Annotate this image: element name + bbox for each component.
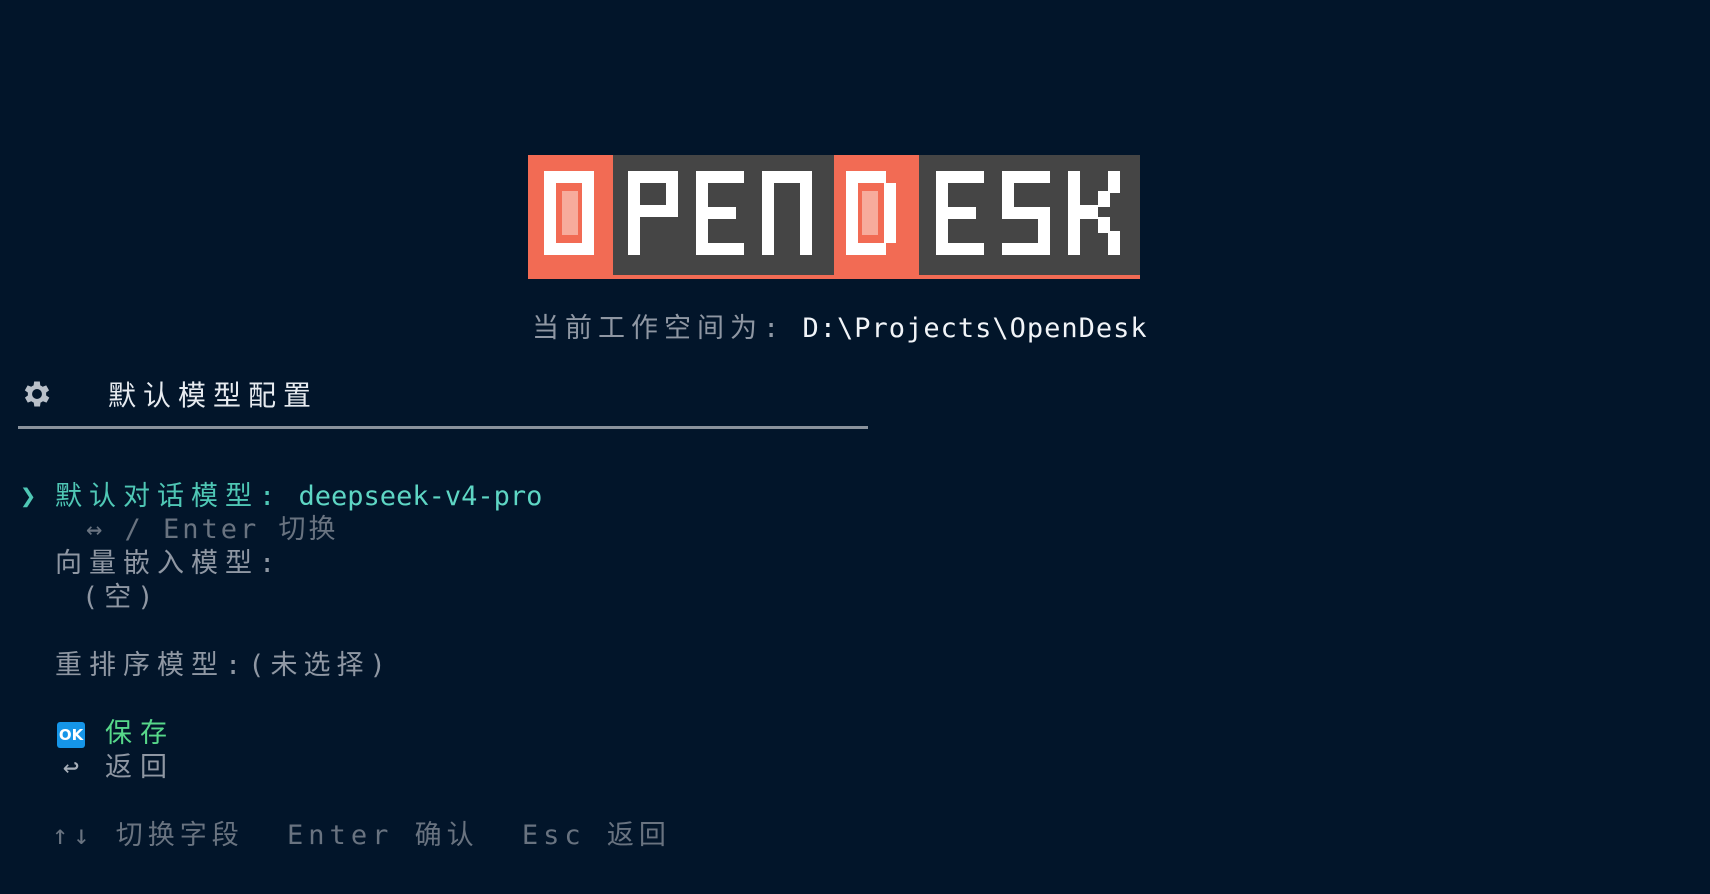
workspace-path: D:\Projects\OpenDesk: [802, 313, 1148, 344]
hint-confirm: Enter 确认: [287, 820, 479, 851]
terminal-screen: 当前工作空间为: D:\Projects\OpenDesk 默认模型配置 ❯ 默…: [0, 0, 1710, 894]
rerank-model-label: 重排序模型:: [55, 650, 249, 681]
logo-letters: [544, 171, 1120, 255]
chat-model-hint: ↔ / Enter 切换: [86, 514, 339, 545]
opendesk-logo: [528, 155, 1140, 279]
workspace-label: 当前工作空间为:: [532, 313, 786, 344]
back-button[interactable]: ↩ 返回: [57, 752, 175, 784]
embedding-model-label[interactable]: 向量嵌入模型:: [55, 548, 282, 580]
save-button[interactable]: OK 保存: [57, 718, 175, 750]
section-divider: [18, 426, 868, 429]
save-label: 保存: [105, 718, 175, 749]
rerank-model-field[interactable]: 重排序模型:(未选择): [55, 650, 392, 682]
chat-model-field[interactable]: 默认对话模型: deepseek-v4-pro: [55, 481, 542, 513]
embedding-model-value: (空): [82, 582, 160, 613]
back-label: 返回: [105, 752, 175, 783]
selection-cursor-icon: ❯: [20, 481, 37, 512]
hint-switch-field: ↑↓ 切换字段: [52, 820, 244, 851]
chat-model-label: 默认对话模型:: [55, 481, 283, 512]
section-header: 默认模型配置: [20, 374, 318, 414]
workspace-line: 当前工作空间为: D:\Projects\OpenDesk: [532, 306, 1148, 345]
ok-icon: OK: [57, 721, 85, 748]
rerank-model-value: (未选择): [248, 650, 392, 681]
return-arrow-icon: ↩: [62, 752, 80, 783]
section-title: 默认模型配置: [108, 379, 319, 412]
gear-icon: [24, 381, 50, 407]
hint-escape: Esc 返回: [521, 820, 671, 851]
chat-model-value[interactable]: deepseek-v4-pro: [299, 481, 543, 512]
keyboard-hints: ↑↓ 切换字段 Enter 确认 Esc 返回: [52, 820, 693, 852]
